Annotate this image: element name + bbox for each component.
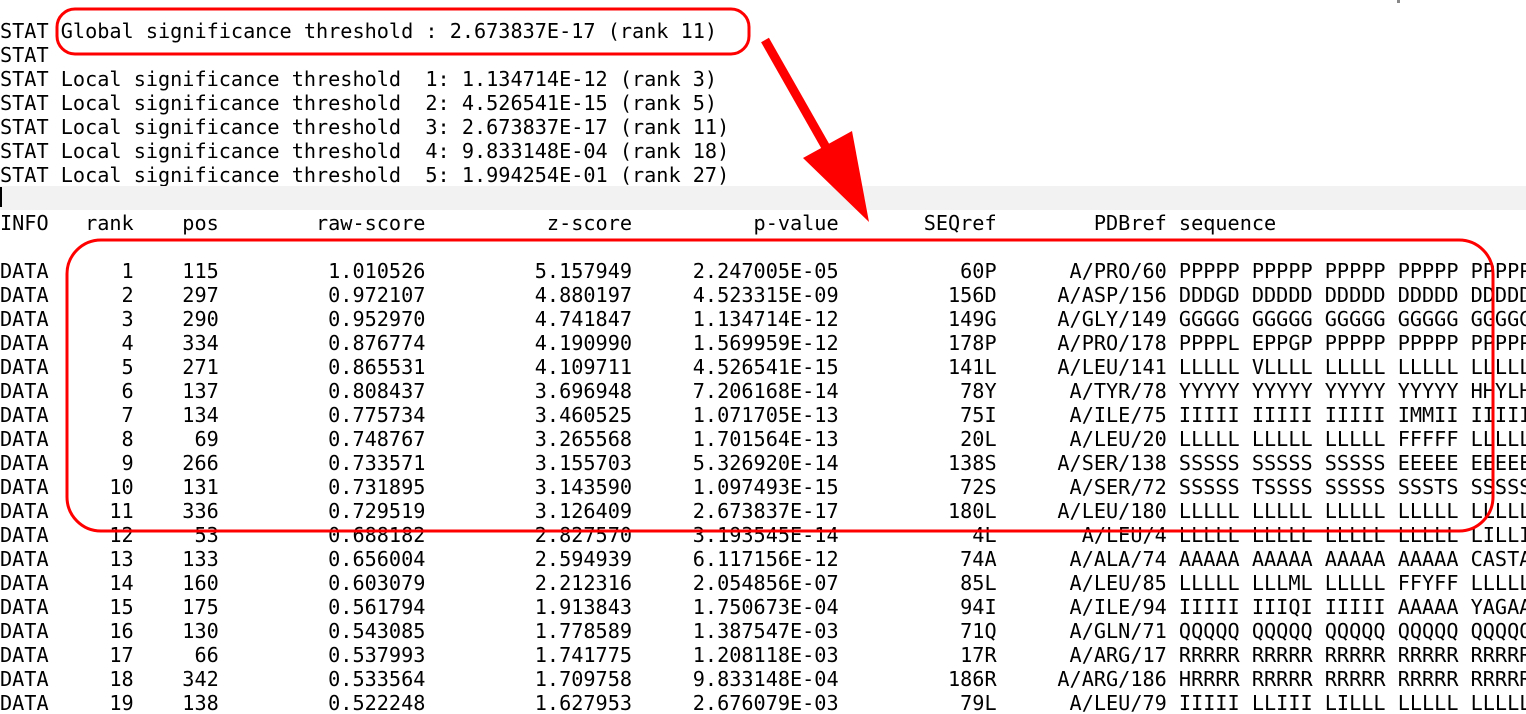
stat-line-local-threshold-4: STAT Local significance threshold 4: 9.8…: [0, 139, 730, 163]
stat-line-global-threshold: STAT Global significance threshold : 2.6…: [0, 19, 718, 43]
table-row: DATA 12 53 0.688182 2.827570 3.193545E-1…: [0, 523, 1526, 547]
stat-line-local-threshold-5: STAT Local significance threshold 5: 1.9…: [0, 163, 730, 187]
table-row: DATA 2 297 0.972107 4.880197 4.523315E-0…: [0, 283, 1526, 307]
stat-line-local-threshold-3: STAT Local significance threshold 3: 2.6…: [0, 115, 730, 139]
text-cursor[interactable]: [0, 187, 2, 207]
table-row: DATA 8 69 0.748767 3.265568 1.701564E-13…: [0, 427, 1526, 451]
table-row: DATA 19 138 0.522248 1.627953 2.676079E-…: [0, 691, 1526, 714]
table-row: DATA 5 271 0.865531 4.109711 4.526541E-1…: [0, 355, 1526, 379]
table-row: DATA 7 134 0.775734 3.460525 1.071705E-1…: [0, 403, 1526, 427]
stat-line-local-threshold-2: STAT Local significance threshold 2: 4.5…: [0, 91, 718, 115]
table-header: INFO rank pos raw-score z-score p-value …: [0, 211, 1277, 235]
table-row: DATA 10 131 0.731895 3.143590 1.097493E-…: [0, 475, 1526, 499]
table-row: DATA 3 290 0.952970 4.741847 1.134714E-1…: [0, 307, 1526, 331]
mouse-pointer-icon: [1397, 0, 1400, 3]
stat-line-local-threshold-1: STAT Local significance threshold 1: 1.1…: [0, 67, 718, 91]
table-row: DATA 9 266 0.733571 3.155703 5.326920E-1…: [0, 451, 1526, 475]
table-row: DATA 4 334 0.876774 4.190990 1.569959E-1…: [0, 331, 1526, 355]
table-row: DATA 14 160 0.603079 2.212316 2.054856E-…: [0, 571, 1526, 595]
current-line-highlight: [0, 186, 1526, 210]
table-row: DATA 18 342 0.533564 1.709758 9.833148E-…: [0, 667, 1526, 691]
table-row: DATA 1 115 1.010526 5.157949 2.247005E-0…: [0, 259, 1526, 283]
stat-line-blank: STAT: [0, 43, 49, 67]
terminal-window[interactable]: STAT Global significance threshold : 2.6…: [0, 0, 1526, 714]
arrow-shaft: [761, 37, 836, 161]
table-row: DATA 17 66 0.537993 1.741775 1.208118E-0…: [0, 643, 1526, 667]
table-row: DATA 16 130 0.543085 1.778589 1.387547E-…: [0, 619, 1526, 643]
table-row: DATA 13 133 0.656004 2.594939 6.117156E-…: [0, 547, 1526, 571]
table-row: DATA 11 336 0.729519 3.126409 2.673837E-…: [0, 499, 1526, 523]
table-row: DATA 15 175 0.561794 1.913843 1.750673E-…: [0, 595, 1526, 619]
table-row: DATA 6 137 0.808437 3.696948 7.206168E-1…: [0, 379, 1526, 403]
